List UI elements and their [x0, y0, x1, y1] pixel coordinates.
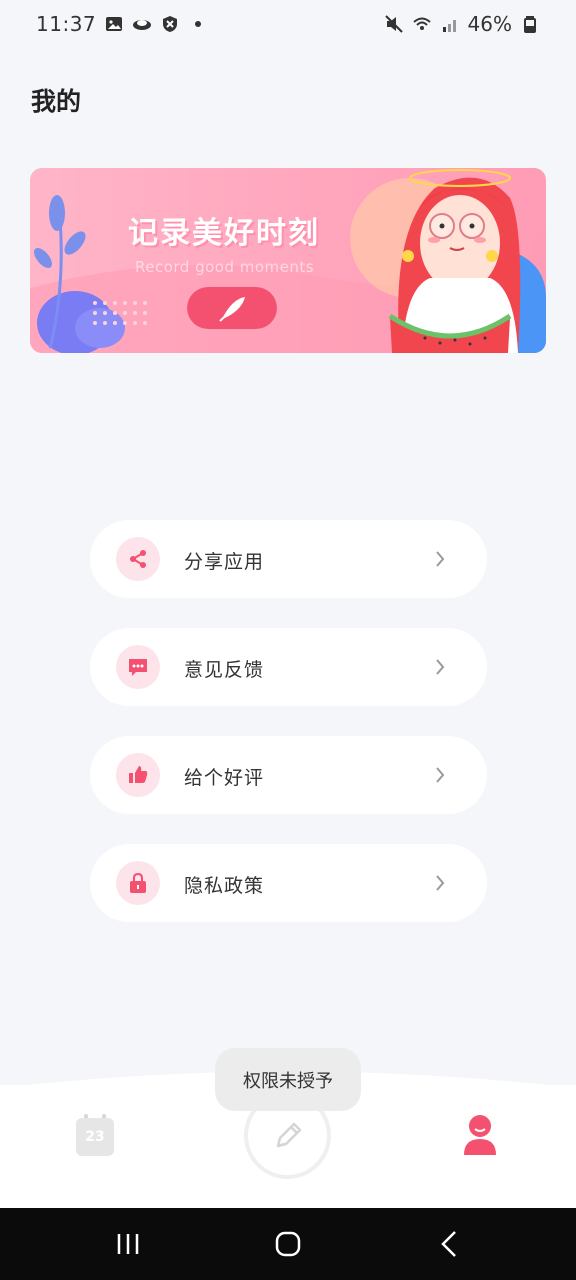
chevron-right-icon	[436, 551, 445, 567]
system-nav-bar	[0, 1208, 576, 1280]
recent-apps-button[interactable]	[110, 1226, 146, 1262]
home-button[interactable]	[270, 1226, 306, 1262]
chevron-right-icon	[436, 659, 445, 675]
menu-label-privacy: 隐私政策	[184, 875, 265, 897]
menu-item-rate[interactable]: 给个好评	[90, 736, 487, 814]
status-time: 11:37	[36, 12, 97, 36]
back-button[interactable]	[432, 1226, 468, 1262]
thumbs-up-icon	[116, 753, 160, 797]
tab-profile[interactable]	[462, 1113, 498, 1157]
menu-item-privacy[interactable]: 隐私政策	[90, 844, 487, 922]
menu-item-share[interactable]: 分享应用	[90, 520, 487, 598]
tab-calendar[interactable]: 23	[76, 1113, 114, 1157]
banner-write-button[interactable]	[187, 287, 277, 329]
page-title: 我的	[31, 87, 82, 116]
banner-title: 记录美好时刻	[128, 216, 320, 251]
profile-icon	[464, 1115, 496, 1155]
menu-label-rate: 给个好评	[184, 767, 265, 789]
pencil-icon	[276, 1122, 301, 1147]
shield-icon	[163, 16, 178, 32]
lock-icon	[116, 861, 160, 905]
feedback-icon	[116, 645, 160, 689]
banner-subtitle: Record good moments	[135, 258, 315, 276]
battery-percent: 46%	[467, 12, 512, 36]
signal-icon	[442, 20, 456, 32]
share-icon	[116, 537, 160, 581]
chevron-right-icon	[436, 767, 445, 783]
cloud-icon	[133, 20, 152, 30]
toast-message: 权限未授予	[215, 1048, 361, 1111]
calendar-day: 23	[85, 1129, 105, 1145]
gallery-icon	[106, 17, 123, 31]
status-bar: 11:37 46%	[0, 0, 576, 48]
wifi-icon	[412, 17, 431, 30]
notification-dot-icon	[195, 21, 202, 27]
menu-label-feedback: 意见反馈	[184, 659, 265, 681]
menu-item-feedback[interactable]: 意见反馈	[90, 628, 487, 706]
battery-icon	[524, 16, 536, 33]
menu-label-share: 分享应用	[184, 551, 265, 573]
chevron-right-icon	[436, 875, 445, 891]
mute-icon	[384, 15, 403, 33]
